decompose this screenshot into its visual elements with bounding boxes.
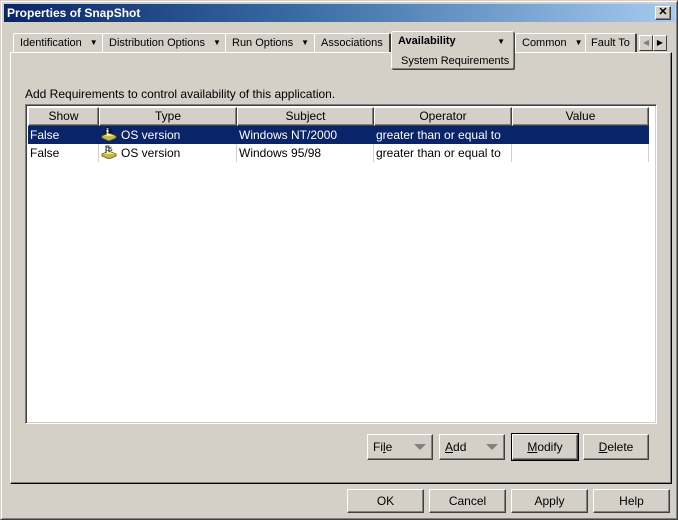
cell-type: OS OS version xyxy=(99,126,237,144)
tab-fault-tolerance[interactable]: Fault To xyxy=(585,33,637,53)
os-version-icon: OS xyxy=(101,127,117,141)
cell-operator: greater than or equal to xyxy=(374,126,512,144)
modify-button[interactable]: Modify xyxy=(511,433,579,461)
chevron-down-icon[interactable]: ▼ xyxy=(213,34,221,52)
tab-identification[interactable]: Identification ▼ xyxy=(13,33,106,53)
table-row[interactable]: False OS OS version Windows 95/98 greate… xyxy=(28,144,649,162)
tab-label: Common xyxy=(522,37,567,49)
cell-operator: greater than or equal to xyxy=(374,144,512,162)
add-menu-button[interactable]: Add xyxy=(439,434,505,460)
tab-label: Availability xyxy=(398,35,456,47)
cell-show: False xyxy=(28,126,99,144)
column-header-type[interactable]: Type xyxy=(99,107,237,126)
cell-value xyxy=(512,144,649,162)
tab-scroll-buttons: ◀ ▶ xyxy=(639,35,667,51)
tab-label: Run Options xyxy=(232,37,294,49)
chevron-down-icon[interactable]: ▼ xyxy=(575,34,583,52)
table-header: Show Type Subject Operator Value xyxy=(28,107,649,126)
column-header-subject[interactable]: Subject xyxy=(237,107,374,126)
requirements-table[interactable]: Show Type Subject Operator Value False O… xyxy=(25,104,657,424)
delete-button[interactable]: Delete xyxy=(583,434,649,460)
tab-associations[interactable]: Associations xyxy=(314,33,391,53)
os-version-icon: OS xyxy=(101,145,117,159)
cell-subject: Windows NT/2000 xyxy=(237,126,374,144)
arrow-left-icon: ◀ xyxy=(642,38,650,47)
close-icon: ✕ xyxy=(658,6,668,18)
help-button[interactable]: Help xyxy=(593,489,670,513)
tab-availability[interactable]: Availability ▼ System Requirements xyxy=(391,31,514,69)
window-title: Properties of SnapShot xyxy=(7,6,141,20)
column-header-value[interactable]: Value xyxy=(512,107,649,126)
svg-text:OS: OS xyxy=(106,147,113,153)
tab-subpage-system-requirements[interactable]: System Requirements xyxy=(401,52,509,70)
scroll-right-button[interactable]: ▶ xyxy=(653,35,667,51)
tab-run-options[interactable]: Run Options ▼ xyxy=(225,33,318,53)
tab-common[interactable]: Common ▼ xyxy=(515,33,591,53)
arrow-right-icon: ▶ xyxy=(656,38,664,47)
tab-distribution-options[interactable]: Distribution Options ▼ xyxy=(102,33,229,53)
apply-button[interactable]: Apply xyxy=(511,489,588,513)
chevron-down-icon[interactable]: ▼ xyxy=(90,34,98,52)
column-header-show[interactable]: Show xyxy=(28,107,99,126)
title-bar: Properties of SnapShot ✕ xyxy=(4,4,675,22)
close-button[interactable]: ✕ xyxy=(655,6,671,20)
chevron-down-icon[interactable]: ▼ xyxy=(301,34,309,52)
tab-label: Associations xyxy=(321,37,383,49)
cell-value xyxy=(512,126,649,144)
cell-type: OS OS version xyxy=(99,144,237,162)
cancel-button[interactable]: Cancel xyxy=(429,489,506,513)
svg-text:OS: OS xyxy=(106,129,113,135)
chevron-down-icon[interactable]: ▼ xyxy=(497,33,505,51)
tab-label: Identification xyxy=(20,37,82,49)
table-body: False OS OS version Windows NT/2000 grea… xyxy=(28,126,649,162)
column-header-operator[interactable]: Operator xyxy=(374,107,512,126)
file-menu-button[interactable]: File xyxy=(367,434,433,460)
table-row[interactable]: False OS OS version Windows NT/2000 grea… xyxy=(28,126,649,144)
tab-label: Fault To xyxy=(591,37,630,49)
tab-label: Distribution Options xyxy=(109,37,205,49)
dropdown-arrow-icon xyxy=(486,444,498,450)
ok-button[interactable]: OK xyxy=(347,489,424,513)
instructions-label: Add Requirements to control availability… xyxy=(25,87,336,101)
cell-subject: Windows 95/98 xyxy=(237,144,374,162)
cell-show: False xyxy=(28,144,99,162)
dropdown-arrow-icon xyxy=(414,444,426,450)
scroll-left-button[interactable]: ◀ xyxy=(639,35,653,51)
properties-dialog: Properties of SnapShot ✕ Identification ▼… xyxy=(0,0,678,520)
